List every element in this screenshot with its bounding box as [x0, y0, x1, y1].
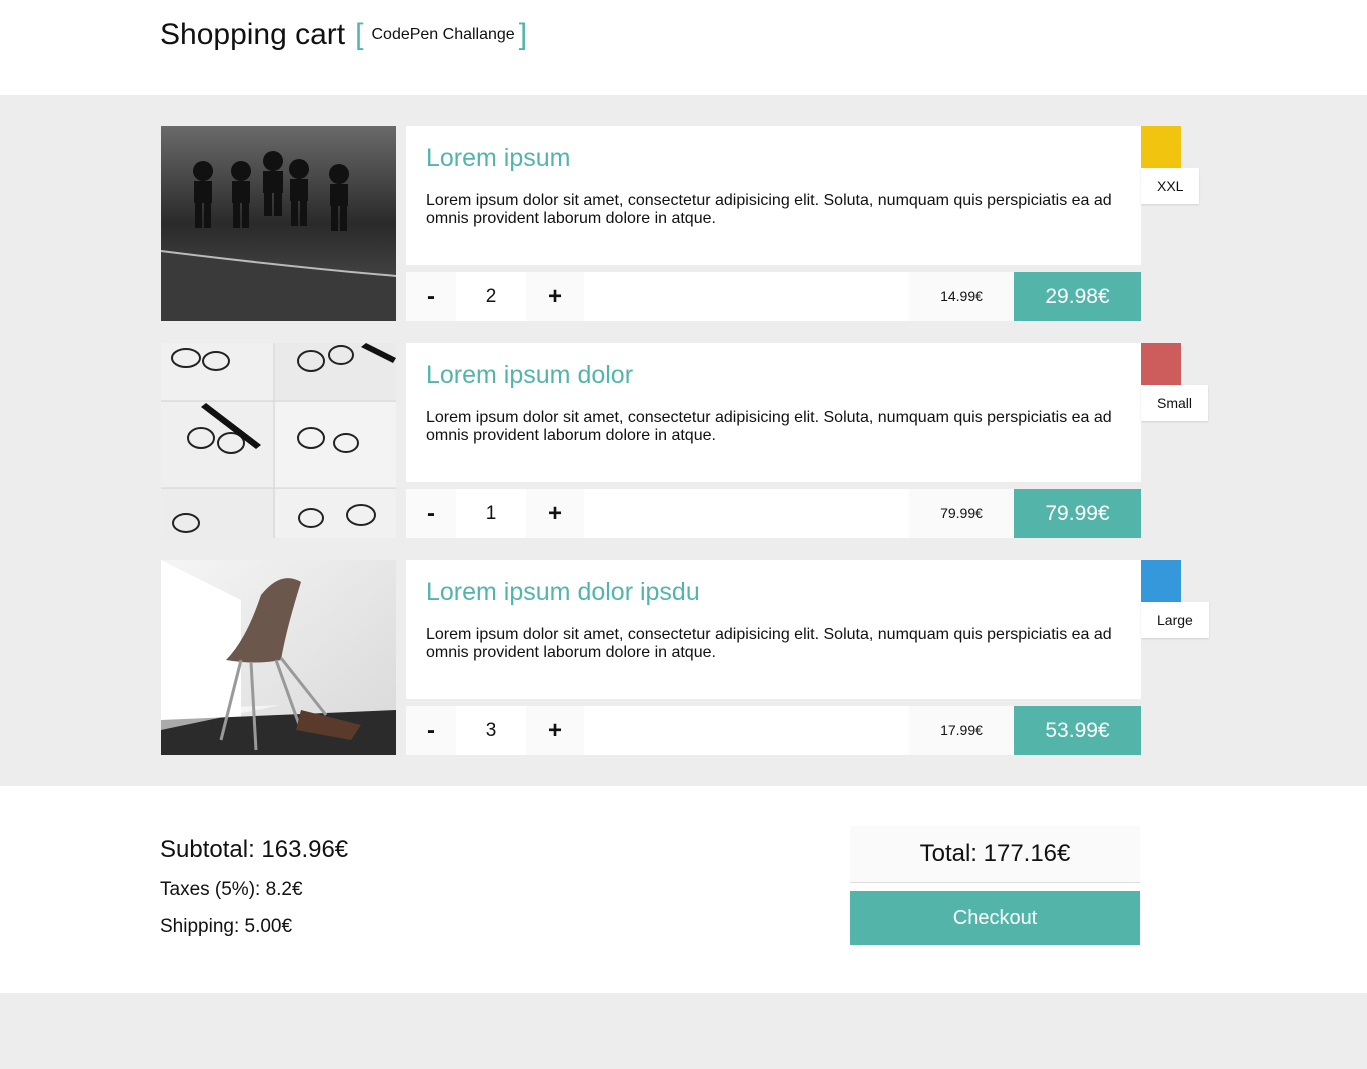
page-header: Shopping cart [ CodePen Challange ] [0, 0, 1367, 95]
subtotal: Subtotal: 163.96€ [160, 836, 349, 863]
increase-quantity-button[interactable]: + [526, 706, 584, 755]
size-label: Large [1141, 602, 1209, 638]
product-name: Lorem ipsum dolor ipsdu [426, 578, 700, 606]
cart-item: Lorem ipsum dolor Lorem ipsum dolor sit … [161, 343, 1221, 538]
shipping: Shipping: 5.00€ [160, 916, 293, 937]
quantity-value[interactable]: 3 [456, 706, 526, 755]
quantity-controls: - 2 + 14.99€ 29.98€ [406, 272, 1141, 321]
size-label: XXL [1141, 168, 1200, 204]
product-name: Lorem ipsum dolor [426, 361, 634, 389]
decrease-quantity-button[interactable]: - [406, 272, 456, 321]
quantity-controls: - 1 + 79.99€ 79.99€ [406, 489, 1141, 538]
product-info: Lorem ipsum dolor Lorem ipsum dolor sit … [406, 343, 1141, 482]
unit-price: 14.99€ [909, 272, 1014, 321]
cart-item: Lorem ipsum dolor ipsdu Lorem ipsum dolo… [161, 560, 1221, 755]
color-swatch [1141, 560, 1181, 602]
quantity-value[interactable]: 1 [456, 489, 526, 538]
color-swatch [1141, 343, 1181, 385]
color-swatch [1141, 126, 1181, 168]
product-info: Lorem ipsum dolor ipsdu Lorem ipsum dolo… [406, 560, 1141, 699]
increase-quantity-button[interactable]: + [526, 489, 584, 538]
bracket-right: ] [518, 18, 528, 51]
increase-quantity-button[interactable]: + [526, 272, 584, 321]
quantity-controls: - 3 + 17.99€ 53.99€ [406, 706, 1141, 755]
taxes: Taxes (5%): 8.2€ [160, 879, 303, 900]
unit-price: 17.99€ [909, 706, 1014, 755]
decrease-quantity-button[interactable]: - [406, 489, 456, 538]
page-subtitle: CodePen Challange [371, 26, 515, 43]
product-description: Lorem ipsum dolor sit amet, consectetur … [426, 409, 1112, 444]
page-title: Shopping cart [160, 18, 346, 51]
size-label: Small [1141, 385, 1209, 421]
line-total: 29.98€ [1014, 272, 1141, 321]
quantity-value[interactable]: 2 [456, 272, 526, 321]
bracket-left: [ [355, 18, 364, 51]
product-info: Lorem ipsum Lorem ipsum dolor sit amet, … [406, 126, 1141, 265]
cart-list: Lorem ipsum Lorem ipsum dolor sit amet, … [0, 95, 1367, 786]
product-description: Lorem ipsum dolor sit amet, consectetur … [426, 192, 1112, 227]
order-summary: Subtotal: 163.96€ Taxes (5%): 8.2€ Shipp… [0, 786, 1367, 993]
product-image-chair [161, 560, 396, 755]
unit-price: 79.99€ [909, 489, 1014, 538]
line-total: 53.99€ [1014, 706, 1141, 755]
decrease-quantity-button[interactable]: - [406, 706, 456, 755]
line-total: 79.99€ [1014, 489, 1141, 538]
checkout-button[interactable]: Checkout [850, 891, 1140, 945]
product-image-lego [161, 126, 396, 321]
cart-item: Lorem ipsum Lorem ipsum dolor sit amet, … [161, 126, 1221, 321]
product-name: Lorem ipsum [426, 144, 571, 172]
product-image-sketches [161, 343, 396, 538]
product-description: Lorem ipsum dolor sit amet, consectetur … [426, 626, 1112, 661]
grand-total: Total: 177.16€ [850, 826, 1140, 883]
